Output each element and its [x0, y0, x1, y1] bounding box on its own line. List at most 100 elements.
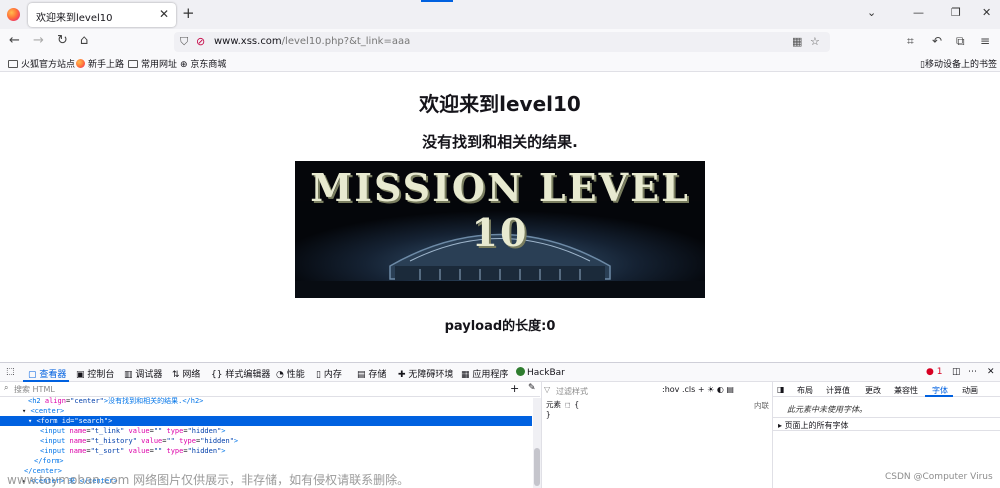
rules-panel: ▽ 过滤样式 :hov .cls + ☀ ◐ ▤ 元素 ⬚ { } 内联: [541, 382, 772, 488]
hackbar-icon: [516, 367, 525, 376]
firefox-icon[interactable]: [7, 8, 20, 21]
star-icon[interactable]: ☆: [810, 35, 820, 48]
tree-node[interactable]: <input name="t_link" value="" type="hidd…: [40, 426, 226, 436]
tab-layout[interactable]: 布局: [797, 385, 813, 396]
cls-toggle[interactable]: .cls: [682, 385, 695, 394]
credit-text: CSDN @Computer Virus: [885, 472, 993, 482]
page-title: 欢迎来到level10: [419, 92, 581, 116]
window-close-icon[interactable]: ✕: [982, 6, 991, 19]
tree-node[interactable]: <input name="t_sort" value="" type="hidd…: [40, 446, 226, 456]
devtools-panel: ⬚ ▢ 查看器 ▣ 控制台 ▥ 调试器 ⇅ 网络 {} 样式编辑器 ◔ 性能 ▯…: [0, 362, 1000, 488]
tab-hackbar[interactable]: HackBar: [516, 367, 565, 378]
url-bar[interactable]: ⛉ ⊘ www.xss.com/level10.php?&t_link=aaa …: [174, 32, 830, 52]
payload-length: payload的长度:0: [444, 319, 556, 334]
undo-icon[interactable]: ↶: [932, 34, 942, 48]
forward-icon[interactable]: →: [33, 34, 44, 47]
add-rule-icon[interactable]: +: [698, 385, 705, 394]
tab-inspector[interactable]: ▢ 查看器: [28, 367, 66, 380]
firefox-icon: [76, 59, 85, 68]
tab-debugger[interactable]: ▥ 调试器: [124, 367, 162, 380]
network-icon: ⇅: [172, 370, 183, 380]
scrollbar-thumb[interactable]: [534, 448, 540, 486]
tab-changes[interactable]: 更改: [865, 385, 881, 396]
back-icon[interactable]: ←: [9, 34, 20, 47]
more-icon[interactable]: ⋯: [968, 367, 977, 377]
tab-console[interactable]: ▣ 控制台: [76, 367, 114, 380]
light-theme-icon[interactable]: ☀: [707, 385, 714, 394]
inspector-icon: ▢: [28, 370, 40, 380]
menu-icon[interactable]: ≡: [980, 34, 990, 48]
tab-performance[interactable]: ◔ 性能: [276, 367, 305, 380]
tab-animations[interactable]: 动画: [962, 385, 978, 396]
home-icon[interactable]: ⌂: [80, 34, 88, 47]
browser-tab[interactable]: 欢迎来到level10 ✕: [28, 3, 176, 27]
error-badge[interactable]: ● 1: [926, 367, 942, 377]
dock-icon[interactable]: ◫: [952, 367, 961, 377]
tree-node[interactable]: ▾ <center>: [22, 406, 64, 416]
pick-element-icon[interactable]: ⬚: [6, 367, 15, 377]
debugger-icon: ▥: [124, 370, 136, 380]
bookmark-item[interactable]: 常用网址: [128, 57, 177, 70]
extensions-icon[interactable]: ⧉: [956, 34, 965, 49]
close-icon[interactable]: ✕: [159, 7, 169, 21]
html-search-row: ⌕ 搜索 HTML + ✎: [0, 382, 540, 397]
tab-application[interactable]: ▦ 应用程序: [461, 367, 508, 380]
folder-icon: [128, 60, 138, 68]
mobile-bookmarks[interactable]: ▯移动设备上的书签: [920, 57, 997, 70]
tab-memory[interactable]: ▯ 内存: [316, 367, 342, 380]
fonts-empty-message: 此元素中未使用字体。: [787, 405, 867, 414]
expand-icon[interactable]: ▾: [0, 417, 36, 425]
tree-node[interactable]: </form>: [34, 456, 64, 466]
print-icon[interactable]: ▤: [726, 385, 734, 394]
globe-icon: ⊕: [180, 60, 191, 70]
eyedropper-icon[interactable]: ✎: [528, 383, 536, 393]
html-search-input[interactable]: 搜索 HTML: [14, 384, 55, 395]
tab-compatibility[interactable]: 兼容性: [894, 385, 918, 396]
tab-network[interactable]: ⇅ 网络: [172, 367, 200, 380]
tree-node[interactable]: <h2 align="center">没有找到和相关的结果.</h2>: [28, 396, 203, 406]
active-sidebar-tab-indicator: [925, 395, 953, 397]
all-fonts-section[interactable]: ▸ 页面上的所有字体: [773, 417, 1000, 431]
hov-toggle[interactable]: :hov: [662, 385, 679, 394]
devtools-tabbar: ⬚ ▢ 查看器 ▣ 控制台 ▥ 调试器 ⇅ 网络 {} 样式编辑器 ◔ 性能 ▯…: [0, 363, 1000, 382]
filter-styles-input[interactable]: 过滤样式: [556, 386, 588, 397]
add-node-icon[interactable]: +: [510, 382, 519, 395]
bookmark-item[interactable]: 火狐官方站点: [8, 57, 75, 70]
reload-icon[interactable]: ↻: [57, 34, 68, 47]
tab-style-editor[interactable]: {} 样式编辑器: [211, 367, 270, 380]
mission-banner-image: MISSION LEVEL 10: [295, 161, 705, 298]
tab-computed[interactable]: 计算值: [826, 385, 850, 396]
watermark-text: www.toymoban.com 网络图片仅供展示，非存储，如有侵权请联系删除。: [7, 473, 410, 487]
application-icon: ▦: [461, 370, 473, 380]
minimize-icon[interactable]: —: [913, 6, 924, 19]
tab-accent-bar: [421, 0, 453, 2]
sidebar-collapse-icon[interactable]: ◨: [777, 385, 785, 394]
tree-node[interactable]: <input name="t_history" value="" type="h…: [40, 436, 238, 446]
restore-icon[interactable]: ❐: [951, 6, 961, 19]
shield-icon[interactable]: ⛉: [180, 35, 188, 49]
close-devtools-icon[interactable]: ✕: [987, 367, 995, 377]
tab-accessibility[interactable]: ✚ 无障碍环境: [398, 367, 453, 380]
tab-storage[interactable]: ▤ 存储: [357, 367, 386, 380]
banner-title: MISSION LEVEL 10: [310, 165, 690, 255]
qr-icon[interactable]: ▦: [792, 35, 802, 48]
bookmarks-toolbar: 火狐官方站点 新手上路 常用网址 ⊕ 京东商城 ▯移动设备上的书签: [0, 54, 1000, 72]
console-icon: ▣: [76, 370, 88, 380]
tab-strip: 欢迎来到level10 ✕ + ⌄ — ❐ ✕: [0, 0, 1000, 29]
inline-source[interactable]: 内联: [754, 400, 769, 411]
dark-theme-icon[interactable]: ◐: [717, 385, 724, 394]
bookmark-item[interactable]: ⊕ 京东商城: [180, 57, 226, 70]
accessibility-icon: ✚: [398, 370, 409, 380]
screenshot-icon[interactable]: ⌗: [907, 34, 914, 49]
chevron-down-icon[interactable]: ⌄: [867, 6, 876, 19]
sidebar-tabs: ◨ 布局 计算值 更改 兼容性 字体 动画: [773, 382, 1000, 397]
tree-node-selected[interactable]: ▾ <form id="search">: [0, 416, 532, 426]
markup-scrollbar[interactable]: [533, 398, 541, 488]
navigation-bar: ← → ↻ ⌂ ⛉ ⊘ www.xss.com/level10.php?&t_l…: [0, 29, 1000, 54]
url-text[interactable]: www.xss.com/level10.php?&t_link=aaa: [214, 36, 410, 47]
filter-icon: ▽: [544, 385, 551, 394]
lock-icon[interactable]: ⊘: [196, 35, 205, 48]
braces-icon: {}: [211, 370, 226, 380]
new-tab-icon[interactable]: +: [182, 4, 195, 22]
bookmark-item[interactable]: 新手上路: [76, 57, 124, 70]
